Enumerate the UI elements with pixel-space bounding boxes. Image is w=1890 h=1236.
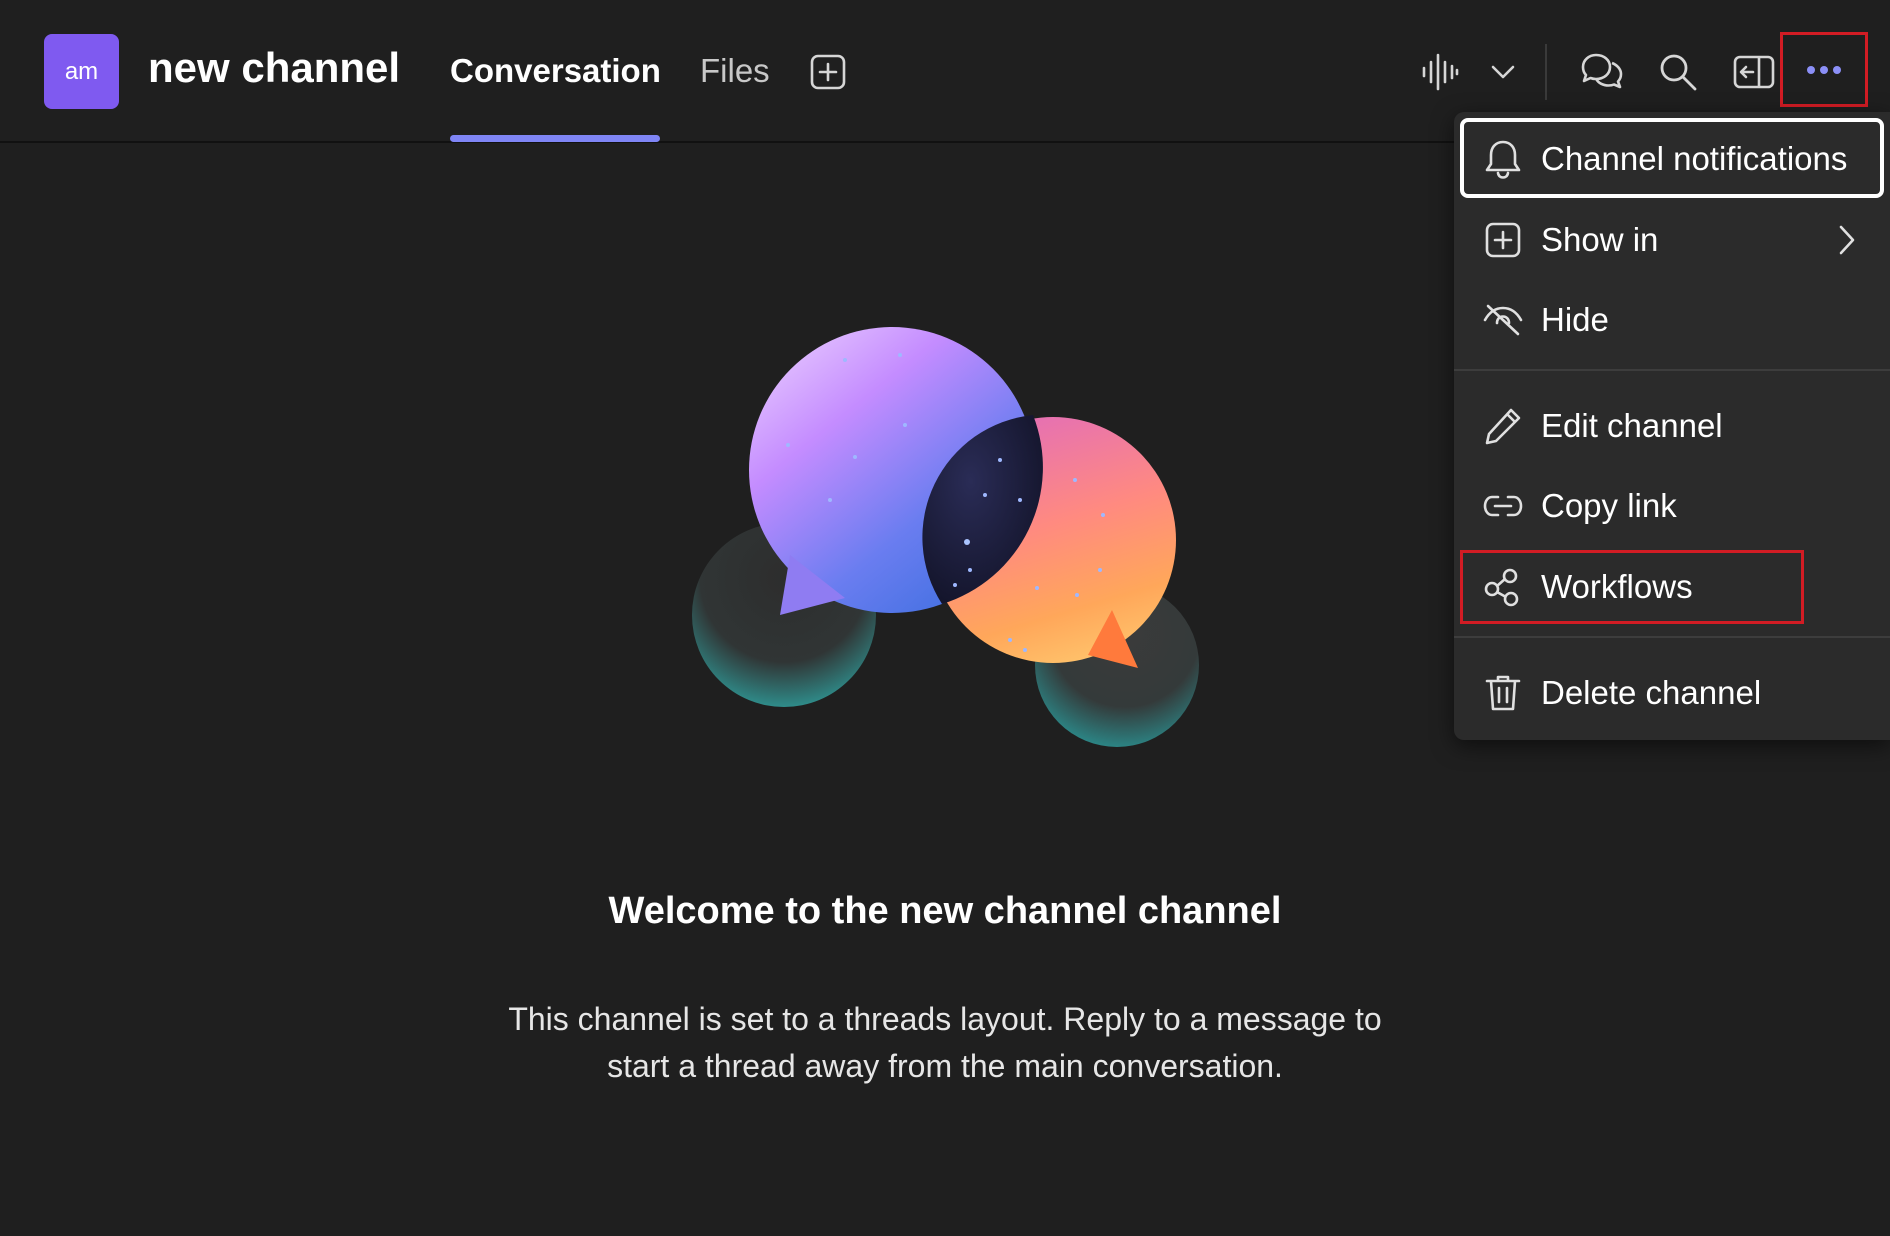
welcome-line-1: This channel is set to a threads layout.… <box>508 1001 1382 1037</box>
eye-off-icon <box>1480 297 1526 343</box>
audio-waveform-icon[interactable] <box>1418 50 1462 94</box>
menu-item-label: Copy link <box>1541 487 1677 524</box>
active-tab-indicator <box>450 135 660 142</box>
chevron-down-icon[interactable] <box>1487 56 1519 88</box>
menu-item-edit-channel[interactable]: Edit channel <box>1454 387 1890 465</box>
channel-title: new channel <box>148 44 401 91</box>
welcome-illustration <box>680 310 1220 760</box>
tab-files[interactable]: Files <box>700 52 770 90</box>
welcome-line-2: start a thread away from the main conver… <box>607 1048 1283 1084</box>
more-options-button[interactable] <box>1780 32 1868 107</box>
bell-icon <box>1480 136 1526 182</box>
menu-item-label: Edit channel <box>1541 407 1723 444</box>
channel-options-menu: Channel notifications Show in Hide Edit … <box>1454 112 1890 740</box>
add-tab-icon[interactable] <box>808 52 848 92</box>
menu-item-label: Channel notifications <box>1541 140 1848 177</box>
chevron-right-icon <box>1832 225 1862 255</box>
menu-separator <box>1454 636 1890 638</box>
search-icon[interactable] <box>1656 50 1700 94</box>
trash-icon <box>1480 670 1526 716</box>
channel-avatar[interactable]: am <box>44 34 119 109</box>
link-icon <box>1480 483 1526 529</box>
menu-item-label: Delete channel <box>1541 674 1762 711</box>
chat-bubbles-icon[interactable] <box>1578 48 1626 96</box>
more-options-icon <box>1807 65 1841 74</box>
menu-item-channel-notifications[interactable]: Channel notifications <box>1454 120 1890 198</box>
avatar-initials: am <box>64 57 99 85</box>
pop-out-icon[interactable] <box>1732 50 1776 94</box>
menu-item-delete-channel[interactable]: Delete channel <box>1454 654 1890 732</box>
welcome-description: This channel is set to a threads layout.… <box>400 996 1490 1090</box>
header-divider <box>1545 44 1547 100</box>
tab-conversation[interactable]: Conversation <box>450 52 661 90</box>
menu-item-label: Show in <box>1541 221 1659 258</box>
add-square-icon <box>1480 217 1526 263</box>
menu-item-label: Hide <box>1541 301 1609 338</box>
menu-item-hide[interactable]: Hide <box>1454 281 1890 359</box>
menu-item-show-in[interactable]: Show in <box>1454 201 1890 279</box>
welcome-title: Welcome to the new channel channel <box>608 890 1282 932</box>
menu-separator <box>1454 369 1890 371</box>
workflows-highlight <box>1460 550 1804 624</box>
menu-item-copy-link[interactable]: Copy link <box>1454 467 1890 545</box>
pencil-icon <box>1480 403 1526 449</box>
